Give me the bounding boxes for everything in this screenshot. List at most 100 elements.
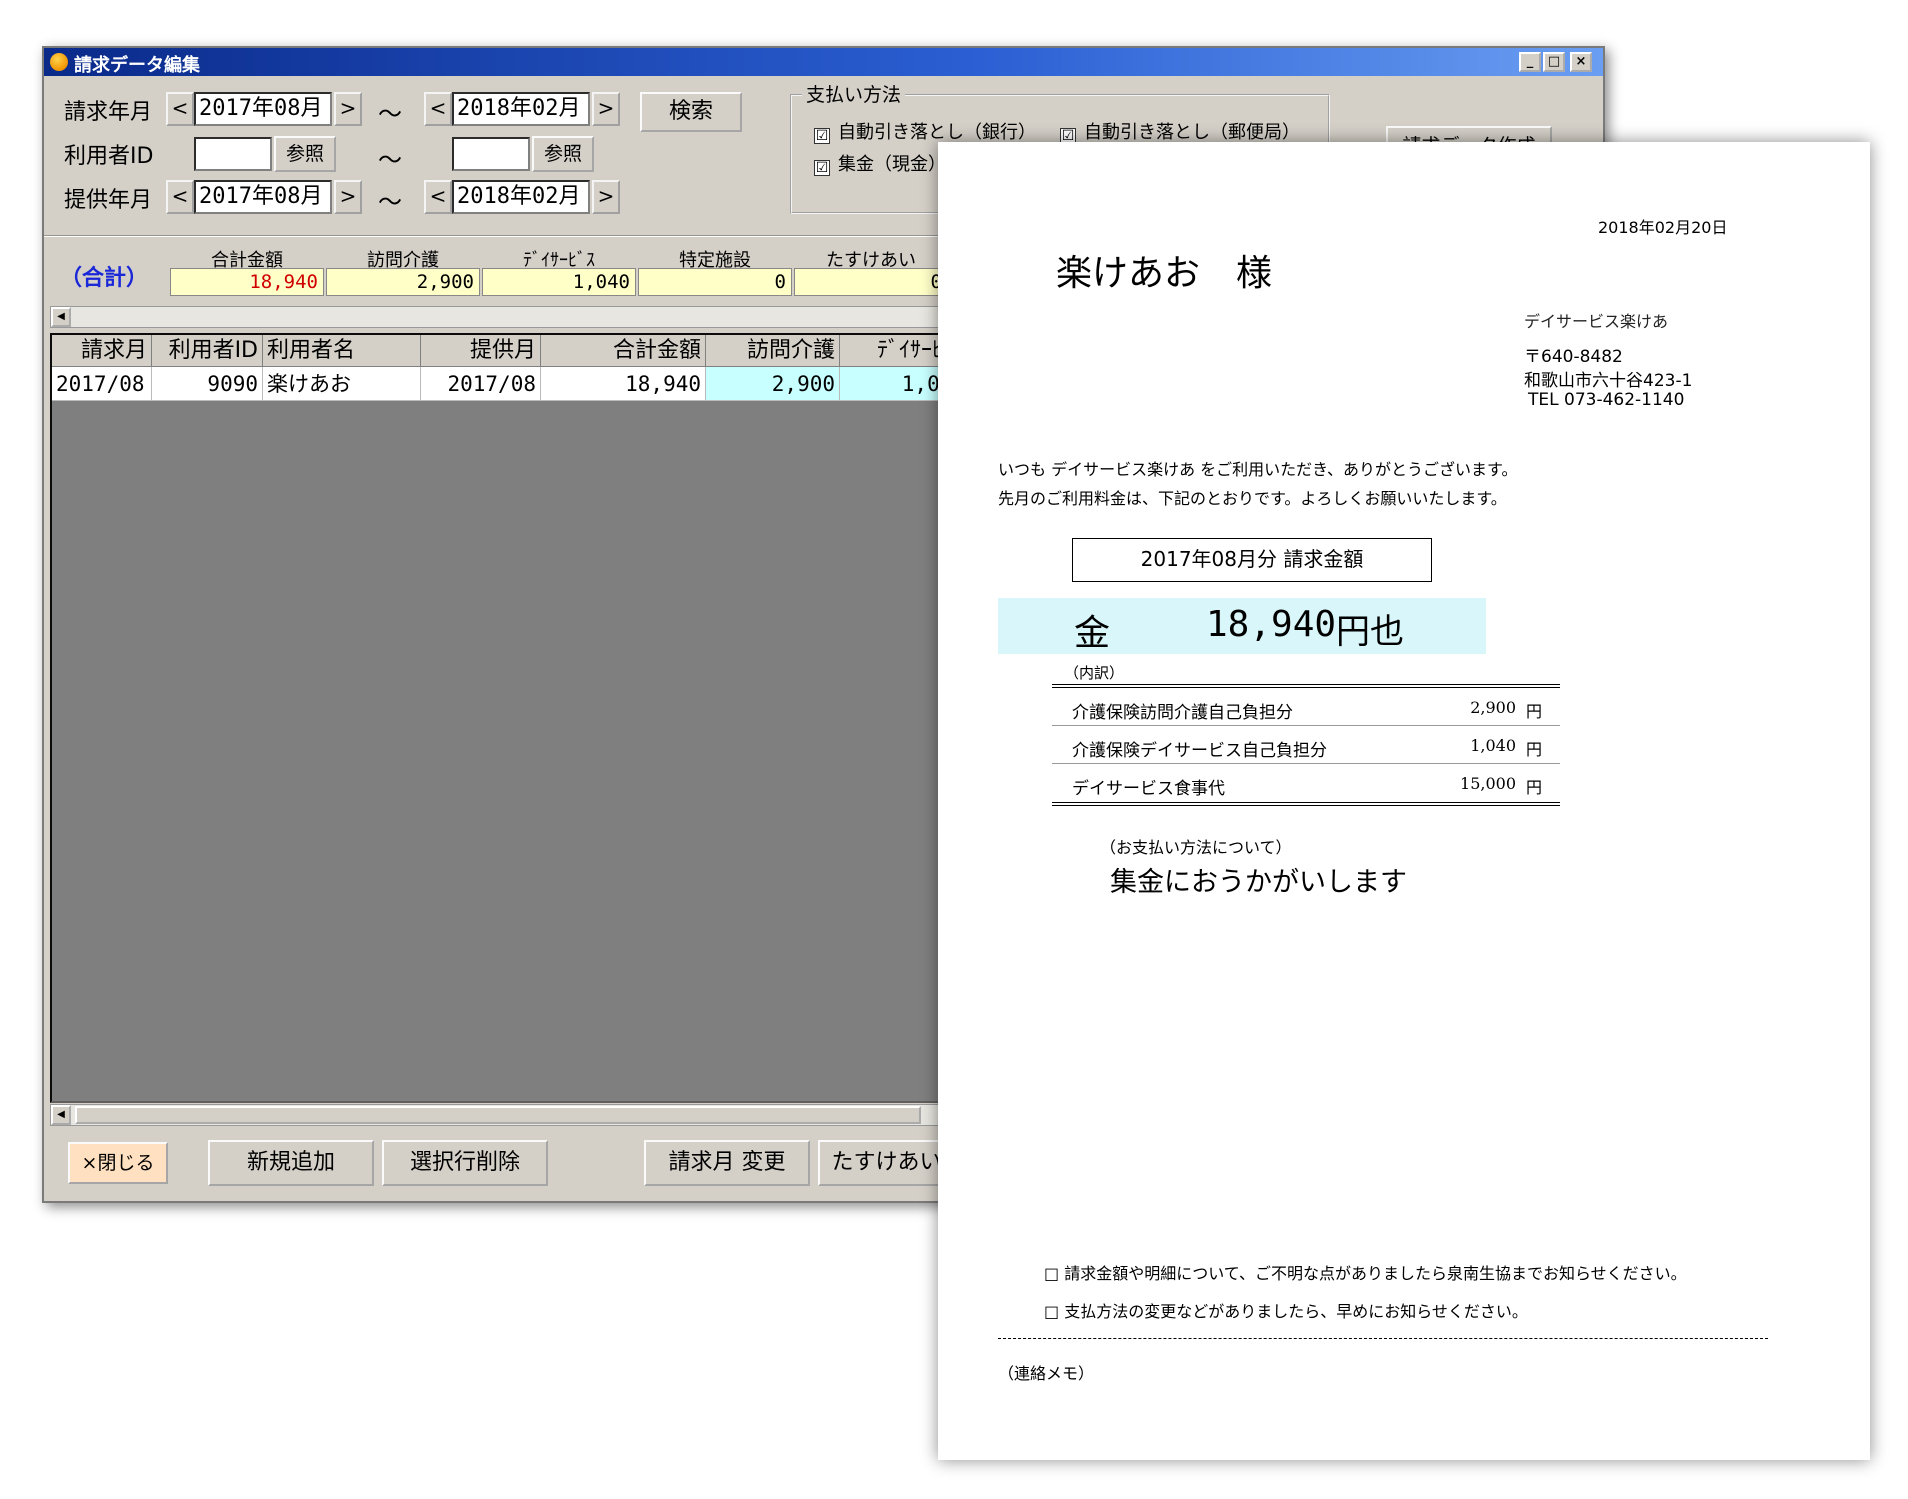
cash-collection-checkbox[interactable]: ☑ 集金（現金） <box>814 150 946 176</box>
billing-month-label: 請求年月 <box>64 100 153 125</box>
service-month-label: 提供年月 <box>64 188 153 213</box>
note-2-text: 支払方法の変更などがありましたら、早めにお知らせください。 <box>1064 1302 1528 1321</box>
breakdown-item-unit: 円 <box>1525 778 1542 797</box>
note-1-text: 請求金額や明細について、ご不明な点がありましたら泉南生協までお知らせください。 <box>1064 1264 1687 1283</box>
invoice-recipient: 楽けあお 様 <box>1056 253 1273 294</box>
user-id-from-ref-button[interactable]: 参照 <box>274 136 336 172</box>
service-to-prev-button[interactable]: < <box>424 180 452 214</box>
company-postal-code: 〒640-8482 <box>1524 347 1623 367</box>
payment-method-text: 集金におうかがいします <box>1110 867 1407 898</box>
grid-scroll-thumb[interactable] <box>75 1106 921 1124</box>
minimize-button[interactable]: _ <box>1519 52 1541 72</box>
user-id-from-field[interactable] <box>194 137 272 171</box>
note-1: □ 請求金額や明細について、ご不明な点がありましたら泉南生協までお知らせください… <box>1044 1260 1687 1284</box>
close-button[interactable]: ×閉じる <box>68 1142 168 1184</box>
range-separator: ～ <box>378 188 402 216</box>
title-bar[interactable]: 請求データ編集 _ □ × <box>44 48 1603 76</box>
postal-debit-checkbox[interactable]: ☑ 自動引き落とし（郵便局） <box>1060 118 1300 144</box>
memo-label: （連絡メモ） <box>998 1364 1095 1383</box>
breakdown-item-amount: 2,900 <box>1470 698 1516 717</box>
service-from-prev-button[interactable]: < <box>166 180 194 214</box>
service-from-next-button[interactable]: > <box>334 180 362 214</box>
search-button[interactable]: 検索 <box>640 92 742 132</box>
payment-method-heading: （お支払い方法について） <box>1100 838 1292 857</box>
close-window-button[interactable]: × <box>1570 52 1592 72</box>
checkbox-check-icon: ☑ <box>814 128 830 144</box>
add-new-button[interactable]: 新規追加 <box>208 1140 374 1186</box>
breakdown-row: 介護保険訪問介護自己負担分 2,900 円 <box>1052 688 1560 726</box>
billing-to-field[interactable]: 2018年02月 <box>452 92 590 126</box>
grid-cell-user-id[interactable]: 9090 <box>152 367 263 401</box>
breakdown-label: （内訳） <box>1064 664 1125 682</box>
grid-cell-user-name[interactable]: 楽けあお <box>263 367 421 401</box>
billing-from-next-button[interactable]: > <box>334 92 362 126</box>
note-2: □ 支払方法の変更などがありましたら、早めにお知らせください。 <box>1044 1298 1528 1322</box>
breakdown-item-unit: 円 <box>1525 702 1542 721</box>
range-separator: ～ <box>378 146 402 174</box>
breakdown-item-amount: 15,000 <box>1460 774 1516 793</box>
bank-debit-checkbox[interactable]: ☑ 自動引き落とし（銀行） <box>814 118 1036 144</box>
grid-cell-service-month[interactable]: 2017/08 <box>421 367 541 401</box>
delete-selected-row-button[interactable]: 選択行削除 <box>382 1140 548 1186</box>
grid-header-service-month[interactable]: 提供月 <box>421 335 541 367</box>
breakdown-row: 介護保険デイサービス自己負担分 1,040 円 <box>1052 726 1560 764</box>
billing-from-field[interactable]: 2017年08月 <box>194 92 332 126</box>
grid-cell-home-care[interactable]: 2,900 <box>706 367 840 401</box>
amount-suffix: 円也 <box>1336 612 1404 652</box>
scroll-left-icon[interactable]: ◀ <box>51 307 71 327</box>
totals-value-total: 18,940 <box>170 268 324 296</box>
company-address: 和歌山市六十谷423-1 <box>1524 371 1693 391</box>
amount-value: 18,940 <box>1206 604 1337 645</box>
grid-header-home-care[interactable]: 訪問介護 <box>706 335 840 367</box>
user-id-to-ref-button[interactable]: 参照 <box>532 136 594 172</box>
breakdown-table: 介護保険訪問介護自己負担分 2,900 円 介護保険デイサービス自己負担分 1,… <box>1052 684 1560 806</box>
amount-title-box: 2017年08月分 請求金額 <box>1072 538 1432 582</box>
totals-value-facility: 0 <box>638 268 792 296</box>
change-billing-month-button[interactable]: 請求月 変更 <box>644 1140 810 1186</box>
grid-header-user-name[interactable]: 利用者名 <box>263 335 421 367</box>
maximize-button[interactable]: □ <box>1543 52 1565 72</box>
payment-method-legend: 支払い方法 <box>802 80 906 107</box>
amount-prefix: 金 <box>1074 613 1111 654</box>
service-to-next-button[interactable]: > <box>592 180 620 214</box>
grid-cell-billing-month[interactable]: 2017/08 <box>52 367 152 401</box>
billing-to-next-button[interactable]: > <box>592 92 620 126</box>
breakdown-item-name: 介護保険訪問介護自己負担分 <box>1072 703 1293 723</box>
note-checkbox-icon: □ <box>1044 1264 1060 1283</box>
bank-debit-label: 自動引き落とし（銀行） <box>838 122 1036 143</box>
breakdown-item-name: デイサービス食事代 <box>1072 779 1225 799</box>
billing-to-prev-button[interactable]: < <box>424 92 452 126</box>
note-checkbox-icon: □ <box>1044 1302 1060 1321</box>
grid-cell-total[interactable]: 18,940 <box>541 367 706 401</box>
range-separator: ～ <box>378 100 402 128</box>
breakdown-item-amount: 1,040 <box>1470 736 1516 755</box>
amount-band: 金 18,940 円也 <box>998 598 1486 654</box>
memo-divider <box>998 1338 1768 1339</box>
service-to-field[interactable]: 2018年02月 <box>452 180 590 214</box>
greeting-line-2: 先月のご利用料金は、下記のとおりです。よろしくお願いいたします。 <box>998 489 1507 508</box>
totals-value-home-care: 2,900 <box>326 268 480 296</box>
checkbox-check-icon: ☑ <box>814 160 830 176</box>
greeting-line-1: いつも デイサービス楽けあ をご利用いただき、ありがとうございます。 <box>998 460 1518 479</box>
app-icon <box>50 53 68 71</box>
scroll-left-icon[interactable]: ◀ <box>51 1105 71 1125</box>
breakdown-item-name: 介護保険デイサービス自己負担分 <box>1072 741 1327 761</box>
breakdown-row: デイサービス食事代 15,000 円 <box>1052 764 1560 802</box>
grid-header-user-id[interactable]: 利用者ID <box>152 335 263 367</box>
totals-value-tasukeai: 0 <box>794 268 948 296</box>
billing-from-prev-button[interactable]: < <box>166 92 194 126</box>
user-id-label: 利用者ID <box>64 144 154 169</box>
totals-value-day-service: 1,040 <box>482 268 636 296</box>
invoice-document: 2018年02月20日 楽けあお 様 デイサービス楽けあ 〒640-8482 和… <box>938 142 1870 1460</box>
company-name: デイサービス楽けあ <box>1524 312 1669 331</box>
window-title: 請求データ編集 <box>74 55 200 76</box>
invoice-date: 2018年02月20日 <box>1598 218 1728 237</box>
cash-collection-label: 集金（現金） <box>838 154 946 175</box>
grid-header-total[interactable]: 合計金額 <box>541 335 706 367</box>
service-from-field[interactable]: 2017年08月 <box>194 180 332 214</box>
breakdown-item-unit: 円 <box>1525 740 1542 759</box>
totals-label: （合計） <box>60 266 149 291</box>
user-id-to-field[interactable] <box>452 137 530 171</box>
grid-header-billing-month[interactable]: 請求月 <box>52 335 152 367</box>
postal-debit-label: 自動引き落とし（郵便局） <box>1084 122 1300 143</box>
